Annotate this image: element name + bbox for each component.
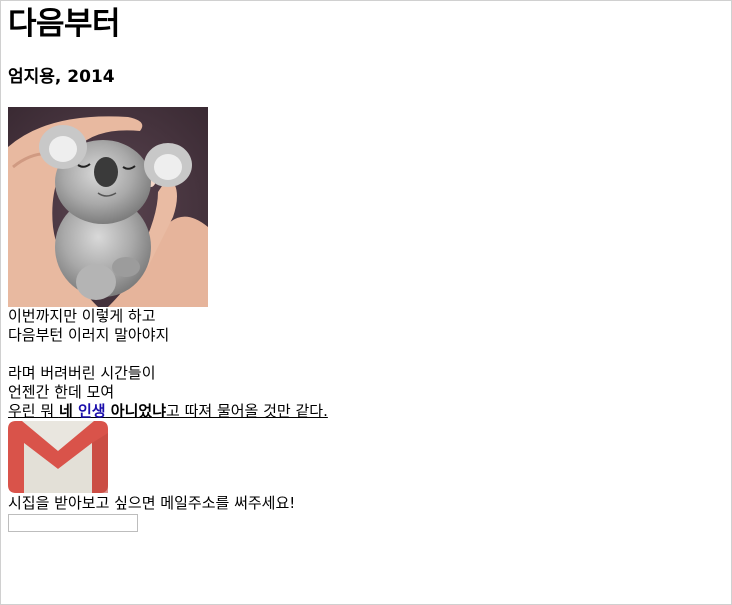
subscribe-label: 시집을 받아보고 싶으면 메일주소를 써주세요! [8,494,296,512]
poem-line: 라며 버려버린 시간들이 [8,364,156,382]
page-content: 다음부터 엄지용, 2014 이번까지만 이렇게 하고 다음부턴 이러지 말아야… [8,0,732,532]
poem-text: 이번까지만 이렇게 하고 다음부턴 이러지 말아야지 라며 버려버린 시간들이 … [8,307,732,421]
poem-line: 이번까지만 이렇게 하고 [8,307,156,325]
page-title: 다음부터 [8,6,121,42]
stanza-gap [8,345,732,364]
koala-photo [8,107,208,307]
life-link[interactable]: 인생 [78,402,106,420]
poem-line: 언젠간 한데 모여 [8,383,115,401]
gmail-logo-icon [8,421,108,493]
poem-bold-fragment: 네 [58,402,78,420]
page-byline: 엄지용, 2014 [8,67,115,87]
poem-fragment: 고 따져 물어올 것만 같다. [166,402,328,420]
poem-fragment: 우린 뭐 [8,402,59,420]
poem-bold-fragment: 아니었냐 [105,402,167,420]
poem-line-underlined: 우린 뭐 네 인생 아니었냐고 따져 물어올 것만 같다. [8,402,732,421]
email-input[interactable] [8,514,138,532]
poem-line: 다음부턴 이러지 말아야지 [8,326,170,344]
